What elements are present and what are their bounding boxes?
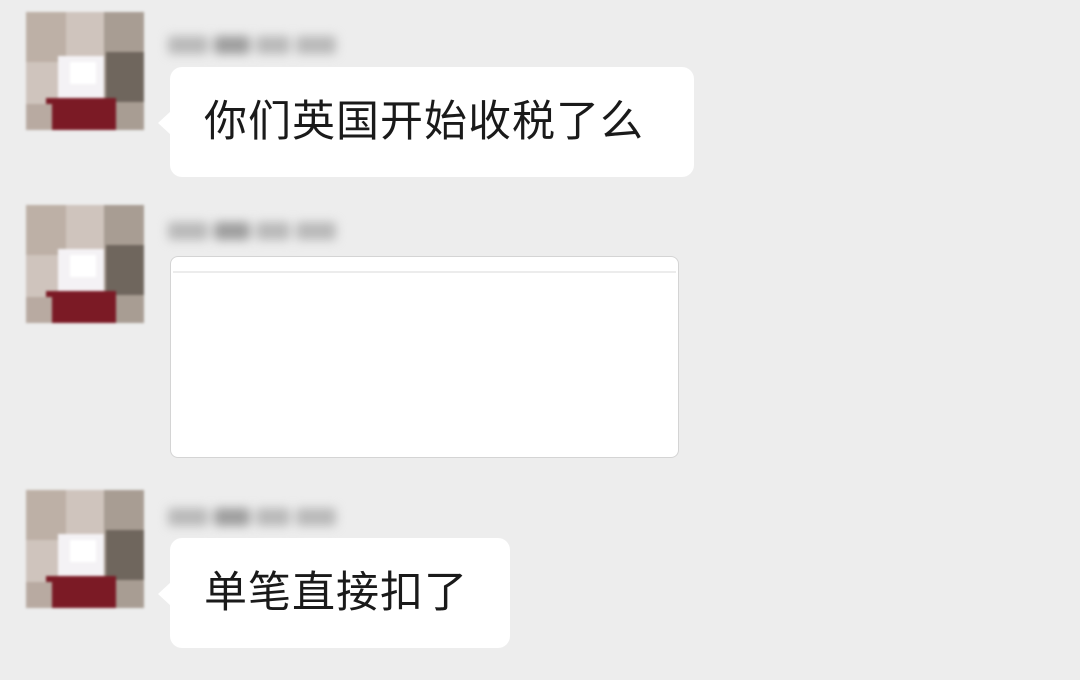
- message-text: 你们英国开始收税了么: [204, 97, 644, 147]
- sender-name: [168, 214, 338, 244]
- avatar[interactable]: [26, 12, 144, 130]
- message-bubble[interactable]: 你们英国开始收税了么: [158, 67, 694, 177]
- message-text: 单笔直接扣了: [204, 568, 468, 618]
- message-card[interactable]: [170, 256, 679, 458]
- message-bubble[interactable]: 单笔直接扣了: [158, 538, 510, 648]
- avatar[interactable]: [26, 205, 144, 323]
- card-divider: [173, 271, 676, 273]
- avatar[interactable]: [26, 490, 144, 608]
- sender-name: [168, 500, 338, 530]
- sender-name: [168, 28, 338, 58]
